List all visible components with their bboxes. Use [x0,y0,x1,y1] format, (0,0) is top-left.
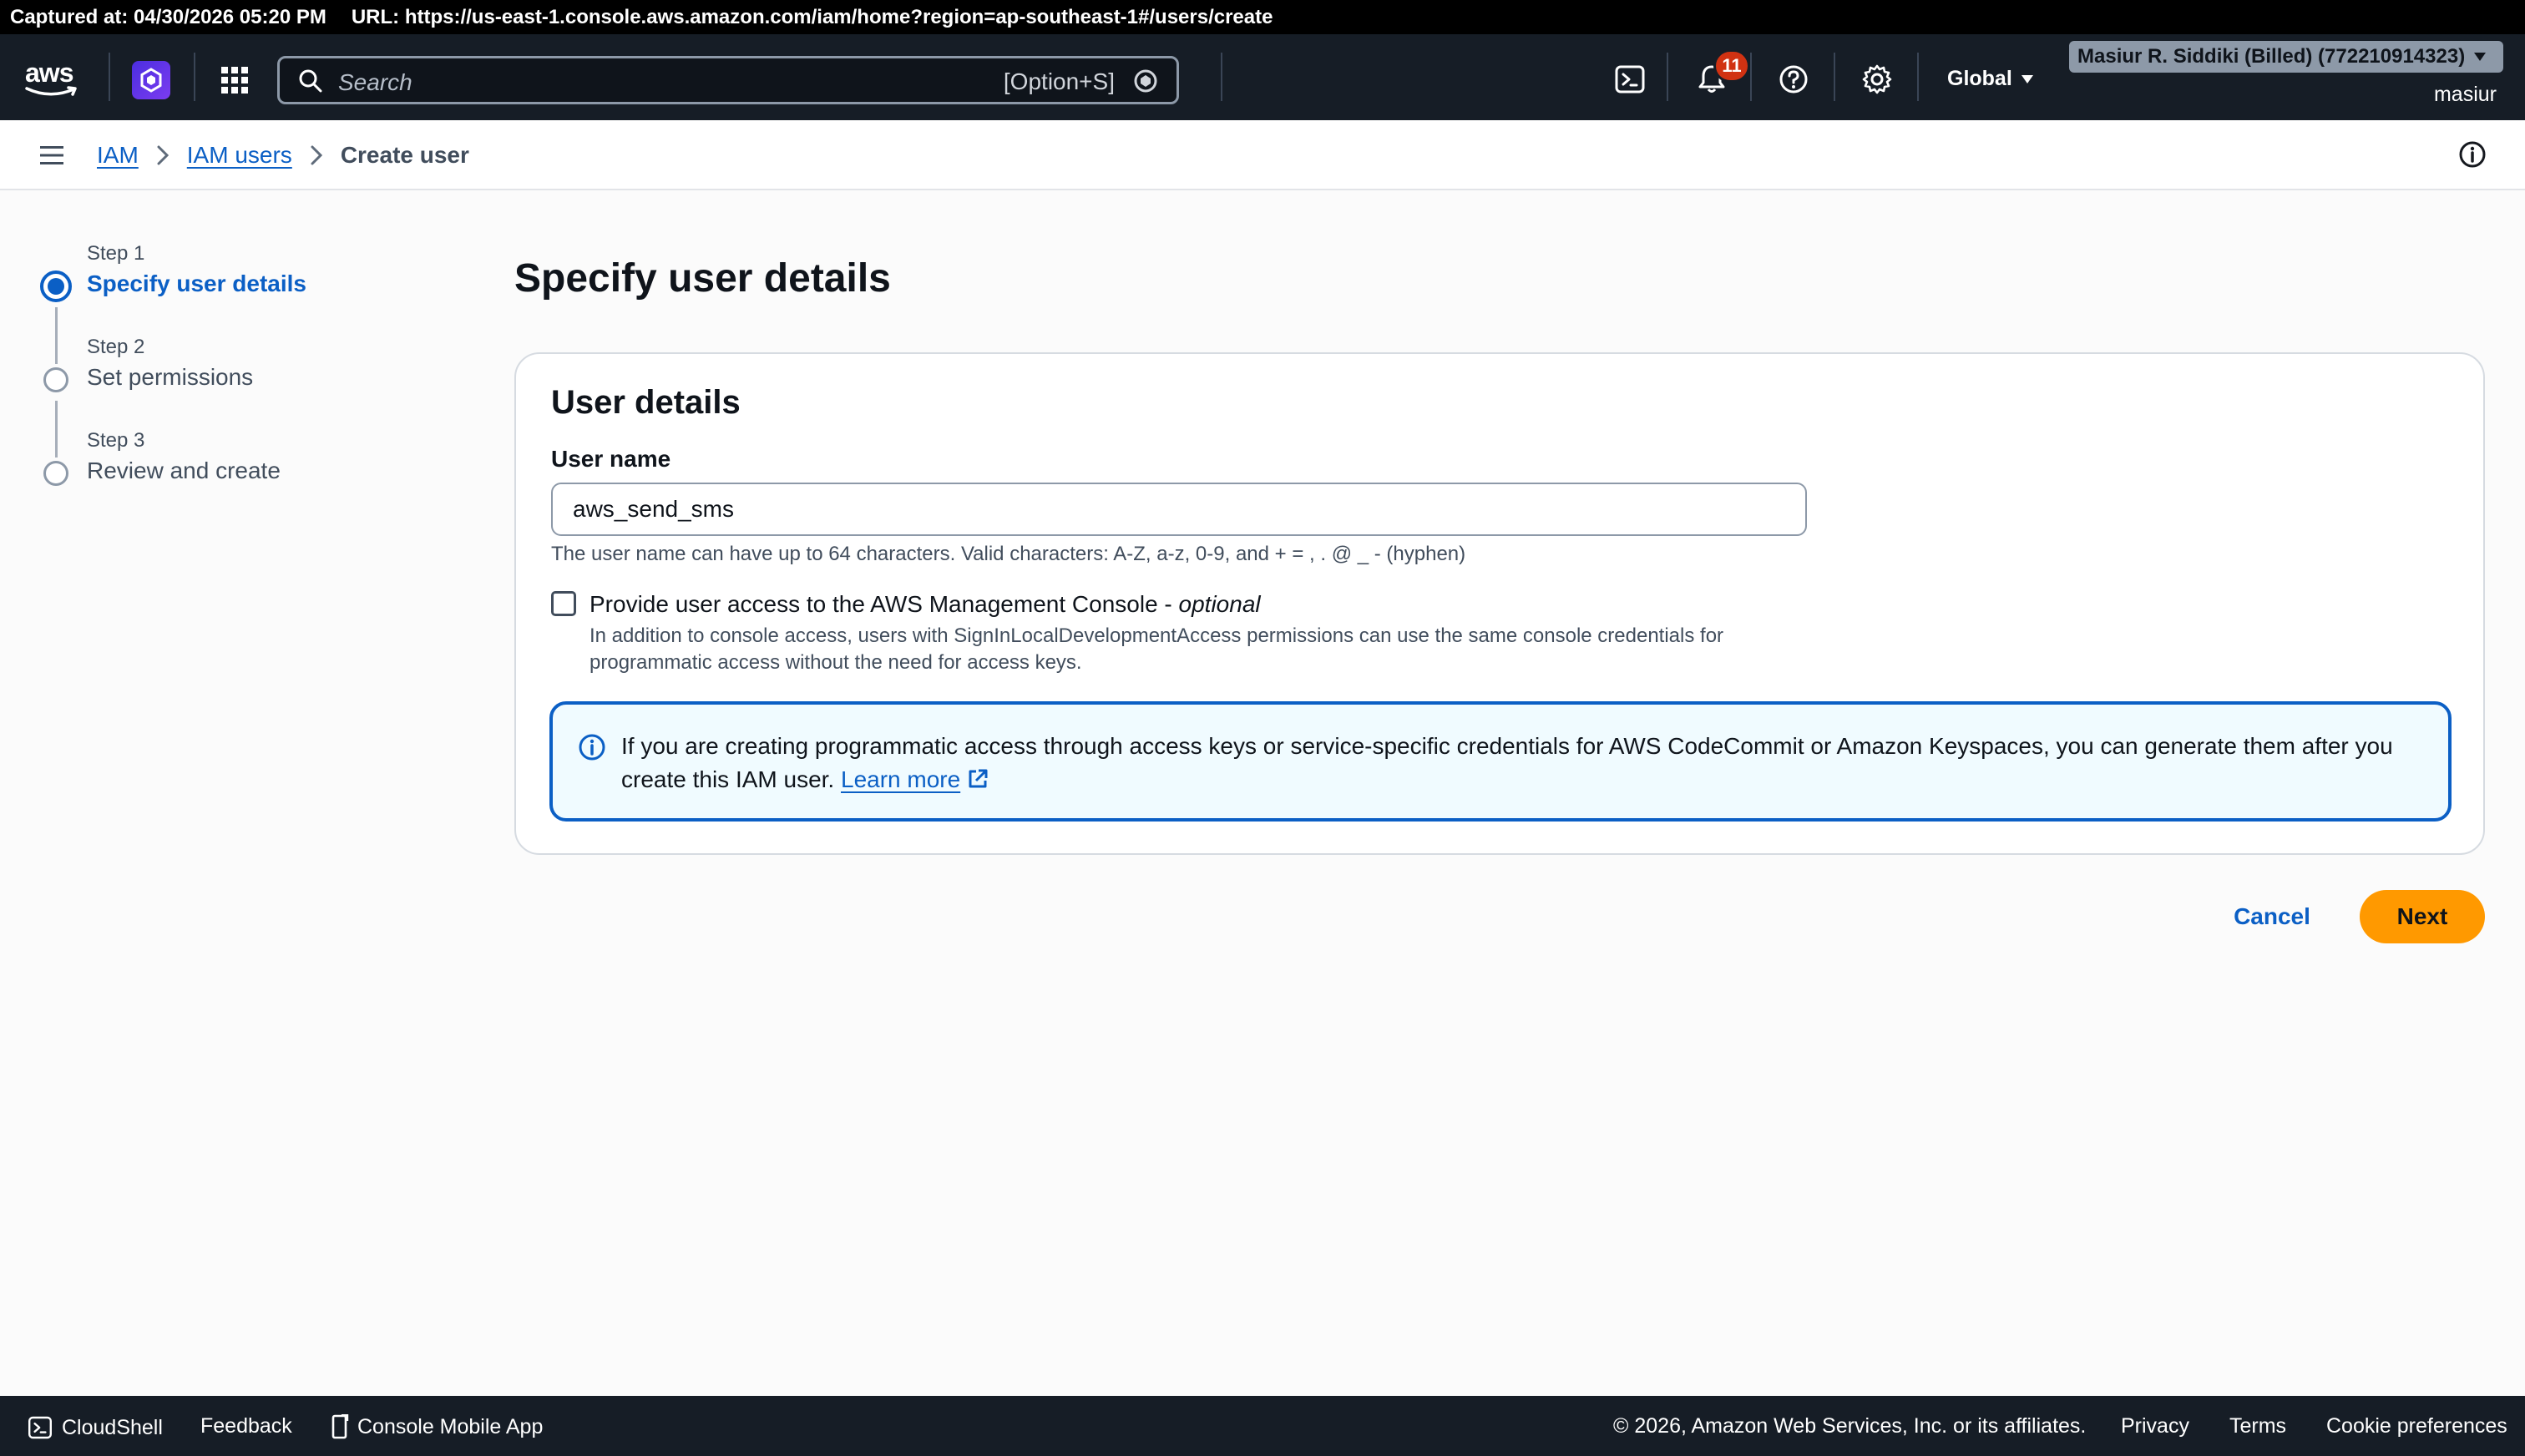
console-access-label[interactable]: Provide user access to the AWS Managemen… [590,591,1261,618]
amazon-q-icon[interactable] [1133,68,1158,94]
search-shortcut-hint: [Option+S] [1003,68,1115,94]
wizard-steps: Step 1 Specify user details Step 2 Set p… [38,242,456,523]
optional-tag: optional [1178,591,1261,617]
capture-url: URL: https://us-east-1.console.aws.amazo… [351,5,1273,28]
alert-message: If you are creating programmatic access … [621,730,2433,796]
chevron-right-icon [157,145,169,165]
footer-terms-link[interactable]: Terms [2229,1414,2286,1438]
search-placeholder: Search [338,69,412,95]
amazon-q-app-icon[interactable] [132,61,170,99]
learn-more-link[interactable]: Learn more [841,766,960,792]
step-active-indicator [40,270,72,302]
footer-cloudshell-button[interactable]: CloudShell [27,1414,163,1441]
step-number-label: Step 3 [87,429,145,452]
cloudshell-icon[interactable] [1613,63,1647,96]
next-button[interactable]: Next [2360,890,2485,943]
external-link-icon[interactable] [967,768,989,790]
caret-down-icon [2021,74,2033,83]
username-hint: The user name can have up to 64 characte… [551,543,1466,565]
footer-feedback-label: Feedback [200,1414,292,1438]
console-access-label-text: Provide user access to the AWS Managemen… [590,591,1179,617]
breadcrumb-bar: IAM IAM users Create user [0,120,2525,190]
browser-viewport: Captured at: 04/30/2026 05:20 PM URL: ht… [0,0,2525,1456]
notification-count-badge: 11 [1713,49,1750,83]
step-title: Specify user details [87,270,307,296]
region-selector[interactable]: Global [1947,67,2034,91]
nav-separator [1917,53,1919,101]
panel-title: User details [551,384,741,421]
page-title: Specify user details [514,256,891,301]
caret-down-icon [2474,53,2487,61]
account-username: masiur [2433,83,2497,106]
search-icon [299,69,322,93]
nav-separator [109,53,110,101]
cancel-button[interactable]: Cancel [2211,890,2333,943]
wizard-step-3[interactable]: Step 3 Review and create [38,429,456,523]
search-input[interactable]: Search [Option+S] [277,56,1179,104]
step-indicator [43,367,68,392]
step-title: Set permissions [87,364,254,390]
wizard-step-1[interactable]: Step 1 Specify user details [38,242,456,364]
console-footer: CloudShell Feedback Console Mobile App ©… [0,1396,2525,1456]
region-label: Global [1947,67,2012,90]
breadcrumb-iam-users-link[interactable]: IAM users [187,142,292,169]
breadcrumb-current: Create user [340,142,469,168]
aws-smile-icon [25,86,77,96]
user-details-panel: User details User name The user name can… [514,352,2485,855]
footer-feedback-link[interactable]: Feedback [200,1414,292,1438]
learn-more-label: Learn more [841,766,961,792]
nav-separator [1221,53,1222,101]
footer-copyright: © 2026, Amazon Web Services, Inc. or its… [1613,1414,2087,1438]
footer-mobile-app-link[interactable]: Console Mobile App [331,1414,543,1439]
hexagon-icon [140,68,162,93]
console-access-description: In addition to console access, users wit… [590,624,1724,674]
aws-logo-text: aws [25,58,73,88]
footer-cookie-preferences-link[interactable]: Cookie preferences [2326,1414,2507,1438]
capture-timestamp: Captured at: 04/30/2026 05:20 PM [10,5,326,28]
step-title: Review and create [87,458,281,483]
help-icon[interactable] [1777,63,1810,96]
services-grid-icon[interactable] [220,66,249,94]
menu-icon[interactable] [38,144,65,167]
breadcrumb: IAM IAM users Create user [97,142,469,169]
info-alert: If you are creating programmatic access … [549,701,2452,822]
nav-separator [1834,53,1835,101]
footer-cloudshell-label: CloudShell [62,1415,163,1439]
nav-separator [194,53,195,101]
account-menu-button[interactable]: Masiur R. Siddiki (Billed) (772210914323… [2069,41,2503,73]
aws-logo[interactable]: aws [25,59,83,99]
footer-privacy-link[interactable]: Privacy [2121,1414,2189,1438]
gear-icon[interactable] [1860,63,1894,96]
step-number-label: Step 2 [87,336,145,358]
mobile-phone-icon [331,1414,349,1439]
footer-mobile-app-label: Console Mobile App [357,1414,544,1438]
nav-separator [1750,53,1752,101]
wizard-step-2[interactable]: Step 2 Set permissions [38,336,456,458]
nav-separator [1667,53,1668,101]
capture-info-bar: Captured at: 04/30/2026 05:20 PM URL: ht… [0,0,2525,34]
info-icon [579,734,605,761]
username-input[interactable] [551,483,1807,536]
console-top-nav: aws Search [Option+S] 11 Global Masiur R… [0,34,2525,120]
info-icon[interactable] [2458,140,2487,169]
username-label: User name [551,446,671,472]
chevron-right-icon [311,145,322,165]
step-number-label: Step 1 [87,242,145,265]
cloudshell-icon [28,1416,52,1439]
breadcrumb-iam-link[interactable]: IAM [97,142,139,169]
console-access-checkbox[interactable] [551,591,576,616]
account-label: Masiur R. Siddiki (Billed) (772210914323… [2077,45,2466,68]
step-indicator [43,461,68,486]
